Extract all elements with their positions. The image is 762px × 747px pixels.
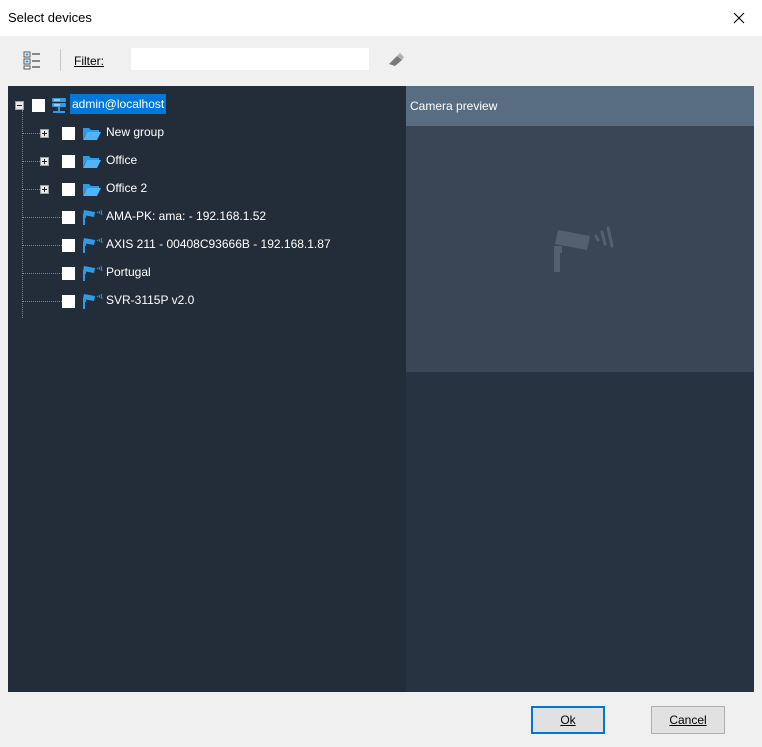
tree-view-toggle-button[interactable] [22,50,42,70]
tree-node-camera[interactable]: SVR-3115P v2.0 [8,290,406,312]
checkbox-group[interactable] [62,127,75,140]
ok-button[interactable]: Ok [531,706,605,734]
tree-node-label: SVR-3115P v2.0 [106,293,195,307]
camera-placeholder-icon [554,226,614,272]
filter-input[interactable] [130,47,370,71]
checkbox-camera[interactable] [62,211,75,224]
checkbox-camera[interactable] [62,295,75,308]
tree-node-label: AXIS 211 - 00408C93666B - 192.168.1.87 [106,237,331,251]
tree-node-label: New group [106,125,165,139]
tree-node-label: Portugal [106,265,151,279]
folder-icon [83,156,101,168]
tree-node-label: Office 2 [106,181,148,195]
camera-icon [83,209,103,225]
expand-icon[interactable] [40,185,49,194]
camera-preview-title: Camera preview [410,99,498,113]
camera-preview-header: Camera preview [406,86,754,126]
tree-node-camera[interactable]: AMA-PK: ama: - 192.168.1.52 [8,206,406,228]
eraser-icon [389,53,404,66]
tree-node-camera[interactable]: AXIS 211 - 00408C93666B - 192.168.1.87 [8,234,406,256]
checkbox-root[interactable] [32,99,45,112]
tree-node-label: AMA-PK: ama: - 192.168.1.52 [106,209,267,223]
toolbar: Filter: [8,40,754,80]
camera-icon [83,265,103,281]
checkbox-group[interactable] [62,183,75,196]
clear-filter-button[interactable] [386,52,406,68]
tree-node-group[interactable]: Office [8,150,406,172]
title-bar: Select devices [0,0,762,36]
close-button[interactable] [716,0,762,36]
expand-icon[interactable] [40,129,49,138]
camera-preview-panel: Camera preview [406,86,754,692]
server-icon [52,98,66,113]
device-tree: admin@localhost New group Office Office … [8,86,406,692]
expand-icon[interactable] [40,157,49,166]
tree-node-label: admin@localhost [70,94,167,114]
cancel-button[interactable]: Cancel [651,706,725,734]
checkbox-camera[interactable] [62,267,75,280]
camera-preview-area [406,126,754,372]
tree-node-group[interactable]: Office 2 [8,178,406,200]
collapse-icon[interactable] [15,101,24,110]
tree-view-icon [23,51,40,70]
camera-icon [83,293,103,309]
window-title: Select devices [8,10,92,25]
folder-icon [83,184,101,196]
camera-icon [83,237,103,253]
checkbox-group[interactable] [62,155,75,168]
filter-label: Filter: [74,54,104,68]
tree-node-root[interactable]: admin@localhost [8,94,406,116]
folder-icon [83,128,101,140]
close-icon [733,12,745,24]
tree-node-label: Office [106,153,138,167]
toolbar-separator [60,49,61,71]
checkbox-camera[interactable] [62,239,75,252]
tree-node-group[interactable]: New group [8,122,406,144]
tree-node-camera[interactable]: Portugal [8,262,406,284]
